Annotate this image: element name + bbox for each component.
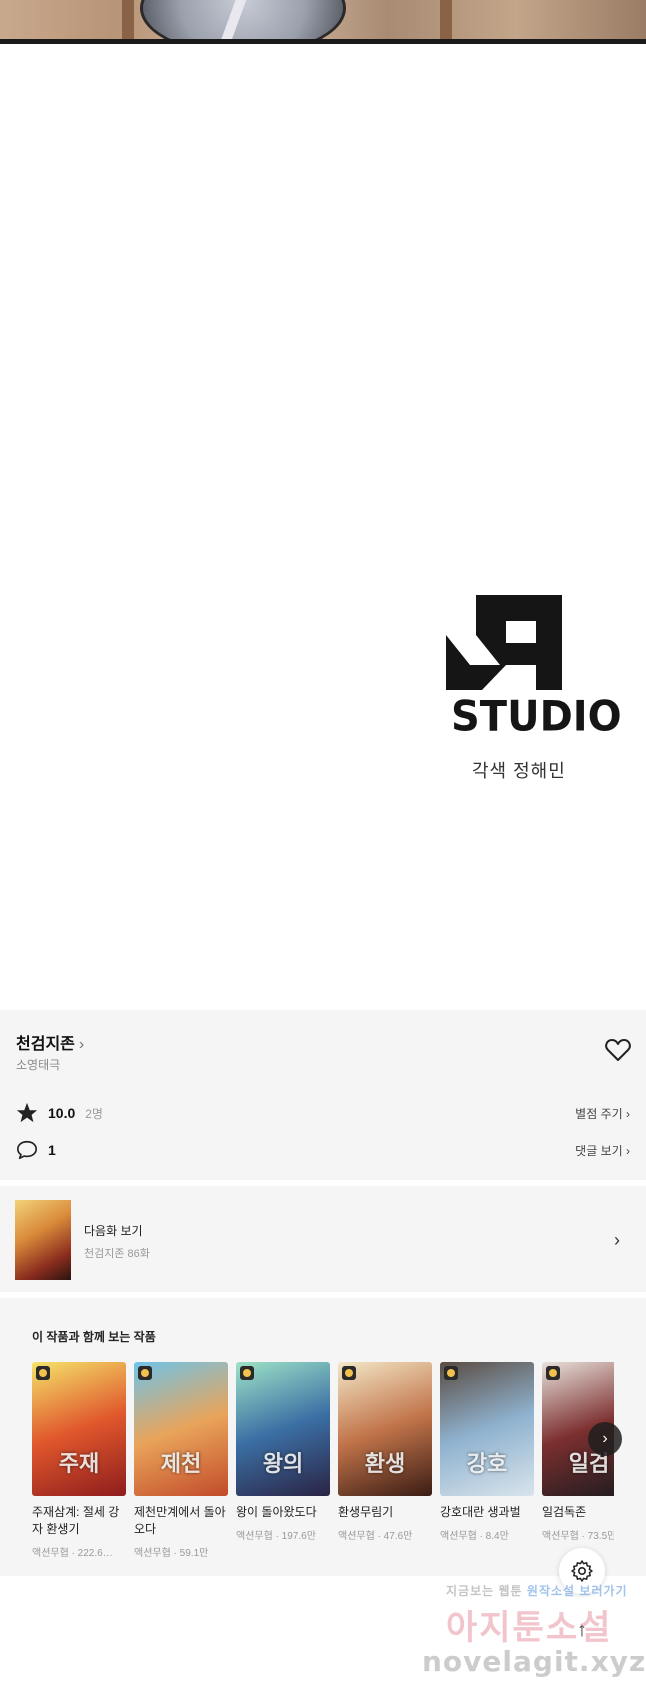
recommendation-card[interactable]: 제천제천만계에서 돌아오다액션무협 · 59.1만 <box>134 1362 228 1559</box>
recommendation-cover: 강호 <box>440 1362 534 1496</box>
recommendation-cover: 주재 <box>32 1362 126 1496</box>
comment-row: 1 <box>16 1138 56 1162</box>
cover-title-art: 왕의 <box>262 1451 304 1477</box>
clock-icon <box>546 1366 560 1380</box>
adaptation-credit: 각색 정해민 <box>472 761 566 781</box>
next-episode-panel[interactable] <box>0 1186 646 1292</box>
recommendation-cover: 왕의 <box>236 1362 330 1496</box>
series-title: 천검지존 <box>16 1036 75 1053</box>
cover-title-art: 제천 <box>160 1451 202 1477</box>
studio-logo <box>446 595 596 690</box>
cover-title-art: 환생 <box>364 1451 406 1477</box>
panel-border <box>0 39 646 44</box>
watermark-url: novelagit.xyz <box>422 1645 646 1678</box>
recommendation-cover: 환생 <box>338 1362 432 1496</box>
watermark-site-name: 아지툰소설 <box>446 1609 613 1647</box>
recommendation-card[interactable]: 강호강호대란 생과벌액션무협 · 8.4만 <box>440 1362 534 1542</box>
recommendation-title: 강호대란 생과벌 <box>440 1505 521 1519</box>
comic-panel-top <box>0 0 646 44</box>
recommendations-list: 주재 주재삼계: 절세 강자 환생기 액션무협 · 222.6… 제천 제천만계에서 돌… <box>32 1362 614 1574</box>
recommendation-cover: 제천 <box>134 1362 228 1496</box>
recommendation-meta: 액션무협 · 222.6… <box>32 1548 113 1559</box>
cover-title-art: 주재 <box>58 1451 100 1477</box>
watermark-text: 지금보는 웹툰 <box>446 1584 523 1598</box>
watermark-line1: 지금보는 웹툰 원작소설 보러가기 <box>446 1582 628 1599</box>
background-pillar <box>122 0 134 39</box>
view-comments-button[interactable]: 댓글 보기 › <box>575 1142 630 1159</box>
recommendation-card[interactable]: 환생환생무림기액션무협 · 47.6만 <box>338 1362 432 1542</box>
recommendation-title: 왕이 돌아왔도다 <box>236 1505 317 1519</box>
clock-icon <box>240 1366 254 1380</box>
clock-icon <box>342 1366 356 1380</box>
next-episode-subtitle: 천검지존 86화 <box>84 1248 150 1260</box>
recommendation-title: 주재삼계: 절세 강자 환생기 <box>32 1505 120 1536</box>
recommendation-meta: 액션무협 · 47.6만 <box>338 1531 413 1542</box>
background-pillar <box>440 0 452 39</box>
cover-title-art: 강호 <box>466 1451 508 1477</box>
series-author: 소영태극 <box>16 1058 61 1072</box>
gear-icon <box>571 1560 593 1582</box>
character-robe <box>140 0 346 44</box>
chevron-right-icon: › <box>78 1036 85 1053</box>
heart-icon[interactable] <box>605 1038 631 1062</box>
rating-score: 10.0 <box>48 1105 76 1121</box>
rating-count: 2명 <box>85 1106 103 1121</box>
chevron-right-icon[interactable]: › <box>614 1230 620 1251</box>
recommendation-meta: 액션무협 · 8.4만 <box>440 1531 509 1542</box>
recommendation-title: 일검독존 <box>542 1505 587 1519</box>
recommendation-meta: 액션무협 · 73.5만 <box>542 1531 614 1542</box>
series-info-panel <box>0 1010 646 1180</box>
clock-icon <box>138 1366 152 1380</box>
studio-wordmark: STUDIO <box>451 692 622 742</box>
recommendation-title: 제천만계에서 돌아오다 <box>134 1505 226 1536</box>
next-episode-thumbnail <box>15 1200 71 1280</box>
recommendation-meta: 액션무협 · 197.6만 <box>236 1531 316 1542</box>
watermark-link-text: 원작소설 보러가기 <box>526 1584 628 1598</box>
recommendation-title: 환생무림기 <box>338 1505 394 1519</box>
comment-icon <box>17 1140 37 1160</box>
series-title-link[interactable]: 천검지존 › <box>16 1030 84 1054</box>
clock-icon <box>444 1366 458 1380</box>
recommendations-heading: 이 작품과 함께 보는 작품 <box>32 1330 156 1344</box>
clock-icon <box>36 1366 50 1380</box>
recommendation-meta: 액션무협 · 59.1만 <box>134 1548 209 1559</box>
star-icon <box>16 1102 38 1123</box>
rating-row: 10.0 2명 <box>16 1101 103 1125</box>
recommendation-card[interactable]: 주재주재삼계: 절세 강자 환생기액션무협 · 222.6… <box>32 1362 126 1559</box>
recommendation-card[interactable]: 왕의왕이 돌아왔도다액션무협 · 197.6만 <box>236 1362 330 1542</box>
next-episode-label: 다음화 보기 <box>84 1224 143 1238</box>
carousel-next-button[interactable]: › <box>588 1422 622 1456</box>
rate-button[interactable]: 별점 주기 › <box>575 1105 630 1122</box>
comment-count: 1 <box>48 1142 56 1158</box>
